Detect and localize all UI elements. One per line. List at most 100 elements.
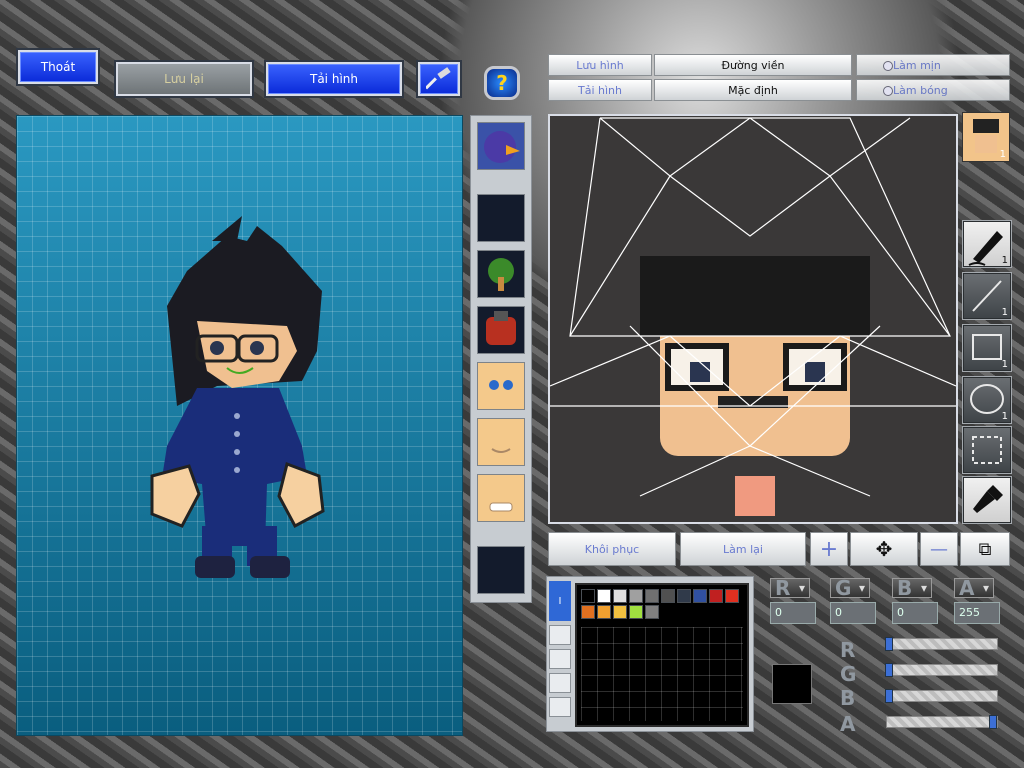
- rgb-sliders: R G B A: [840, 632, 1010, 736]
- part-slot-empty-1[interactable]: [477, 194, 525, 242]
- color-swatch[interactable]: [725, 589, 739, 603]
- portrait-count: 1: [999, 149, 1006, 160]
- save-button[interactable]: Lưu lại: [114, 60, 254, 98]
- pixel-face-editor[interactable]: [548, 114, 958, 524]
- minus-icon: —: [930, 538, 948, 560]
- palette-tab-3[interactable]: [549, 649, 571, 669]
- b-slider-knob[interactable]: [885, 689, 893, 703]
- r-channel-label: R ▾: [770, 576, 810, 600]
- ellipse-tool[interactable]: 1: [962, 376, 1012, 424]
- part-selector-strip: [470, 115, 532, 603]
- palette-empty-grid: [581, 627, 743, 721]
- b-slider[interactable]: [885, 689, 998, 703]
- save-image-button[interactable]: Lưu hình: [548, 54, 652, 76]
- a-slider-knob[interactable]: [989, 715, 997, 729]
- dropdown-icon: ▾: [920, 581, 927, 595]
- smooth-radio[interactable]: Làm mịn: [856, 54, 1010, 76]
- window-button[interactable]: ⧉: [960, 532, 1010, 566]
- palette-tab-4[interactable]: [549, 673, 571, 693]
- pen-tool[interactable]: 1: [962, 220, 1012, 268]
- a-letter: A: [959, 576, 975, 600]
- dropdown-icon: ▾: [798, 581, 805, 595]
- exit-button[interactable]: Thoát: [16, 48, 100, 86]
- r-slider-knob[interactable]: [885, 637, 893, 651]
- red-armor-icon: [486, 311, 516, 345]
- minus-button[interactable]: —: [920, 532, 958, 566]
- part-slot-face-mouth[interactable]: [477, 418, 525, 466]
- character-preview: [150, 216, 325, 578]
- rect-count: 1: [1001, 359, 1008, 370]
- color-swatch[interactable]: [629, 589, 643, 603]
- selection-tool[interactable]: [962, 426, 1012, 474]
- a-slider-letter: A: [840, 712, 856, 736]
- palette-tab-5[interactable]: [549, 697, 571, 717]
- a-channel-label: A ▾: [954, 576, 994, 600]
- b-value-input[interactable]: 0: [892, 602, 938, 624]
- color-swatch[interactable]: [581, 589, 595, 603]
- part-slot-face-teeth[interactable]: [477, 474, 525, 522]
- face-teeth-icon: [489, 502, 513, 512]
- eyedropper-icon: [973, 485, 1003, 513]
- palette-panel: I: [546, 576, 754, 732]
- color-swatch[interactable]: [693, 589, 707, 603]
- load-image-button[interactable]: Tải hình: [548, 79, 652, 101]
- b-letter: B: [897, 576, 913, 600]
- g-value-input[interactable]: 0: [830, 602, 876, 624]
- part-slot-face-eyes[interactable]: [477, 362, 525, 410]
- load-button[interactable]: Tải hình: [264, 60, 404, 98]
- color-swatch[interactable]: [613, 589, 627, 603]
- color-swatch[interactable]: [581, 605, 595, 619]
- palette-tab-1[interactable]: I: [549, 581, 571, 621]
- face-mesh-overlay: [549, 117, 957, 516]
- palette-tabs: I: [549, 581, 571, 727]
- g-channel-label: G ▾: [830, 576, 870, 600]
- ellipse-count: 1: [1001, 411, 1008, 422]
- r-value-input[interactable]: 0: [770, 602, 816, 624]
- redo-button[interactable]: Làm lại: [680, 532, 806, 566]
- help-icon: ?: [496, 71, 508, 95]
- g-slider[interactable]: [885, 663, 998, 677]
- default-button[interactable]: Mặc định: [654, 79, 852, 101]
- rectangle-tool[interactable]: 1: [962, 324, 1012, 372]
- line-count: 1: [1001, 307, 1008, 318]
- a-value-input[interactable]: 255: [954, 602, 1000, 624]
- palette-tab-2[interactable]: [549, 625, 571, 645]
- hammer-tool-button[interactable]: [416, 60, 462, 98]
- part-slot-tree[interactable]: [477, 250, 525, 298]
- color-swatch[interactable]: [677, 589, 691, 603]
- g-slider-knob[interactable]: [885, 663, 893, 677]
- add-point-button[interactable]: +: [810, 532, 848, 566]
- face-eyes-icon: [489, 380, 513, 390]
- eyedropper-tool[interactable]: [962, 476, 1012, 524]
- color-swatch[interactable]: [629, 605, 643, 619]
- smooth-label: Làm mịn: [893, 58, 941, 72]
- face-mouth-icon: [491, 448, 511, 453]
- color-swatch[interactable]: [597, 589, 611, 603]
- a-slider[interactable]: [886, 715, 998, 729]
- move-button[interactable]: ✥: [850, 532, 918, 566]
- color-swatch[interactable]: [645, 605, 659, 619]
- part-slot-avatar[interactable]: [477, 122, 525, 170]
- part-slot-empty-2[interactable]: [477, 546, 525, 594]
- r-slider[interactable]: [885, 637, 998, 651]
- color-swatch[interactable]: [709, 589, 723, 603]
- help-button[interactable]: ?: [484, 66, 520, 100]
- character-preview-canvas[interactable]: [16, 115, 463, 736]
- palette-grid[interactable]: [575, 583, 749, 727]
- portrait-thumbnail[interactable]: 1: [962, 112, 1010, 162]
- line-tool[interactable]: 1: [962, 272, 1012, 320]
- plus-icon: +: [819, 536, 839, 562]
- r-slider-letter: R: [840, 638, 856, 662]
- color-swatch[interactable]: [645, 589, 659, 603]
- color-swatch[interactable]: [661, 589, 675, 603]
- g-slider-letter: G: [840, 662, 857, 686]
- outline-button[interactable]: Đường viền: [654, 54, 852, 76]
- restore-button[interactable]: Khôi phục: [548, 532, 676, 566]
- b-channel-label: B ▾: [892, 576, 932, 600]
- r-letter: R: [775, 576, 791, 600]
- color-swatch[interactable]: [597, 605, 611, 619]
- pen-count: 1: [1001, 255, 1008, 266]
- shade-radio[interactable]: Làm bóng: [856, 79, 1010, 101]
- color-swatch[interactable]: [613, 605, 627, 619]
- part-slot-armor[interactable]: [477, 306, 525, 354]
